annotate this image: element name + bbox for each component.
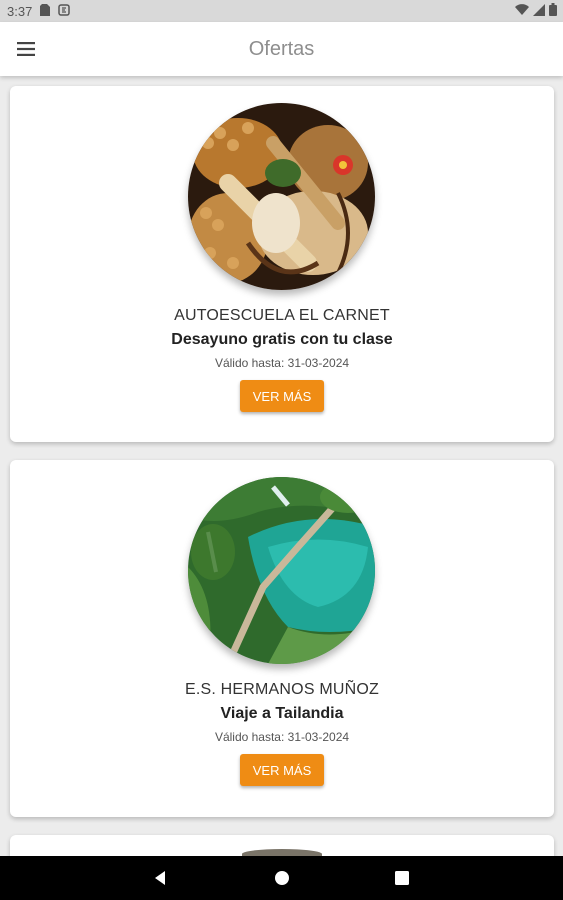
offer-validity: Válido hasta: 31-03-2024 bbox=[214, 356, 350, 370]
battery-icon bbox=[549, 3, 557, 19]
status-time: 3:37 bbox=[7, 3, 33, 19]
back-icon[interactable] bbox=[150, 868, 170, 888]
app-bar: Ofertas bbox=[0, 22, 563, 76]
offer-company: E.S. HERMANOS MUÑOZ bbox=[184, 681, 380, 698]
ver-mas-button[interactable]: VER MÁS bbox=[240, 380, 324, 412]
bread-basket-photo bbox=[188, 103, 375, 290]
status-bar: 3:37 bbox=[0, 0, 563, 22]
offer-title: Viaje a Tailandia bbox=[220, 705, 344, 722]
navigation-bar bbox=[0, 856, 563, 900]
app-notification-icon bbox=[58, 3, 71, 19]
recents-icon[interactable] bbox=[392, 868, 412, 888]
offer-company: AUTOESCUELA EL CARNET bbox=[174, 307, 390, 324]
offer-photo bbox=[242, 849, 322, 856]
offers-list[interactable]: AUTOESCUELA EL CARNET Desayuno gratis co… bbox=[0, 76, 563, 856]
page-title: Ofertas bbox=[248, 38, 315, 60]
ver-mas-button[interactable]: VER MÁS bbox=[240, 754, 324, 786]
wifi-icon bbox=[515, 3, 529, 19]
offer-title: Desayuno gratis con tu clase bbox=[171, 331, 393, 348]
signal-icon bbox=[533, 3, 545, 19]
offer-card bbox=[10, 835, 554, 856]
offer-validity: Válido hasta: 31-03-2024 bbox=[214, 730, 350, 744]
offer-card: E.S. HERMANOS MUÑOZ Viaje a Tailandia Vá… bbox=[10, 460, 554, 817]
home-icon[interactable] bbox=[272, 868, 292, 888]
hamburger-menu-icon[interactable] bbox=[12, 36, 40, 62]
lake-boardwalk-photo bbox=[188, 477, 375, 664]
offer-card: AUTOESCUELA EL CARNET Desayuno gratis co… bbox=[10, 86, 554, 442]
sim-card-icon bbox=[40, 3, 51, 19]
